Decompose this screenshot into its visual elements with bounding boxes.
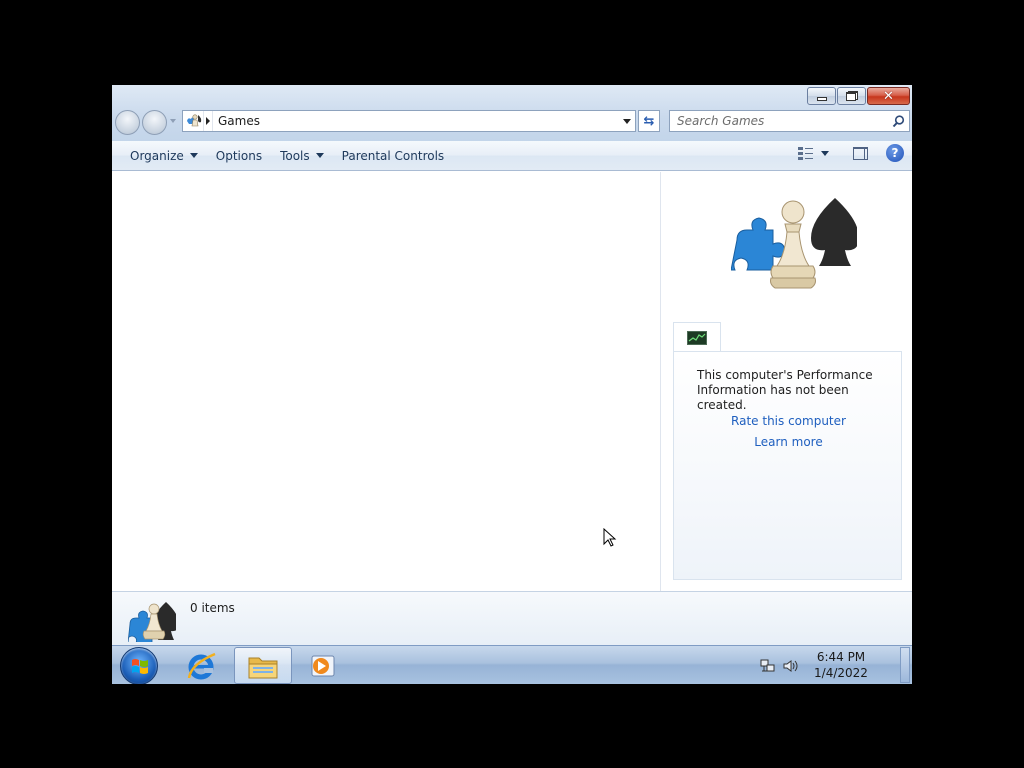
item-count: 0 items <box>190 601 235 615</box>
recent-pages-dropdown[interactable] <box>170 119 176 123</box>
breadcrumb-games[interactable]: Games <box>218 114 619 128</box>
internet-explorer-icon <box>187 652 216 679</box>
taskbar-clock[interactable]: 6:44 PM 1/4/2022 <box>802 649 880 681</box>
games-folder-icon <box>128 602 176 642</box>
close-button[interactable]: ✕ <box>867 87 910 105</box>
breadcrumb-separator[interactable] <box>203 111 213 131</box>
performance-message: This computer's Performance Information … <box>697 368 873 412</box>
desktop-screen: ✕ Games ⇆ Search Games Organize Options … <box>112 85 912 684</box>
close-icon: ✕ <box>883 88 894 104</box>
preview-pane-icon[interactable] <box>853 146 868 160</box>
file-list-area[interactable] <box>112 172 660 591</box>
folder-icon <box>248 657 278 678</box>
chevron-down-icon <box>189 153 198 158</box>
taskbar: 6:44 PM 1/4/2022 <box>112 645 912 684</box>
performance-monitor-icon <box>687 330 707 345</box>
command-bar: Organize Options Tools Parental Controls <box>112 141 912 171</box>
minimize-button[interactable] <box>807 87 836 105</box>
caption-buttons: ✕ <box>807 87 910 105</box>
learn-more-link[interactable]: Learn more <box>674 435 903 449</box>
clock-time: 6:44 PM <box>816 650 866 664</box>
help-icon[interactable]: ? <box>886 144 904 162</box>
games-logo-icon <box>731 198 857 289</box>
minimize-icon <box>816 97 827 101</box>
parental-controls-button[interactable]: Parental Controls <box>333 144 454 168</box>
search-icon[interactable] <box>892 115 905 128</box>
notification-area: 6:44 PM 1/4/2022 <box>752 646 912 684</box>
options-button[interactable]: Options <box>207 144 271 168</box>
restore-icon <box>845 91 858 101</box>
taskbar-windows-explorer[interactable] <box>234 647 292 684</box>
tools-menu[interactable]: Tools <box>271 144 333 168</box>
chevron-right-icon <box>206 117 210 125</box>
taskbar-internet-explorer[interactable] <box>172 647 230 684</box>
organize-label: Organize <box>130 148 184 163</box>
network-icon[interactable] <box>760 659 776 673</box>
restore-button[interactable] <box>837 87 866 105</box>
clock-date: 1/4/2022 <box>814 666 868 680</box>
address-bar[interactable]: Games <box>182 110 636 132</box>
search-box[interactable] <box>669 110 910 132</box>
media-player-icon <box>311 655 335 676</box>
organize-menu[interactable]: Organize <box>121 144 207 168</box>
window-frame: ✕ Games ⇆ <box>112 85 912 141</box>
chevron-down-icon <box>623 118 631 124</box>
volume-icon[interactable] <box>782 659 798 673</box>
start-button[interactable] <box>120 647 158 684</box>
search-input[interactable] <box>670 114 880 128</box>
parental-controls-label: Parental Controls <box>341 148 445 163</box>
view-controls: ? <box>798 144 904 162</box>
taskbar-media-player[interactable] <box>294 647 352 684</box>
games-folder-icon <box>185 112 203 130</box>
windows-logo-icon <box>132 659 148 674</box>
change-view-button[interactable] <box>798 146 829 160</box>
back-button[interactable] <box>115 110 140 135</box>
show-desktop-button[interactable] <box>900 647 910 683</box>
chevron-down-icon <box>315 153 324 158</box>
refresh-icon: ⇆ <box>643 113 655 129</box>
forward-button[interactable] <box>142 110 167 135</box>
mouse-cursor-icon <box>603 528 617 547</box>
rate-this-computer-link[interactable]: Rate this computer <box>674 414 903 428</box>
chevron-down-icon[interactable] <box>821 150 829 156</box>
refresh-button[interactable]: ⇆ <box>638 110 660 132</box>
details-pane: 0 items <box>112 591 912 645</box>
options-label: Options <box>215 148 263 163</box>
views-icon <box>798 146 814 160</box>
preview-pane: This computer's Performance Information … <box>661 172 912 591</box>
performance-tab[interactable] <box>673 322 721 352</box>
performance-info-panel: This computer's Performance Information … <box>673 351 902 580</box>
address-dropdown-button[interactable] <box>619 111 635 131</box>
tools-label: Tools <box>280 148 310 163</box>
